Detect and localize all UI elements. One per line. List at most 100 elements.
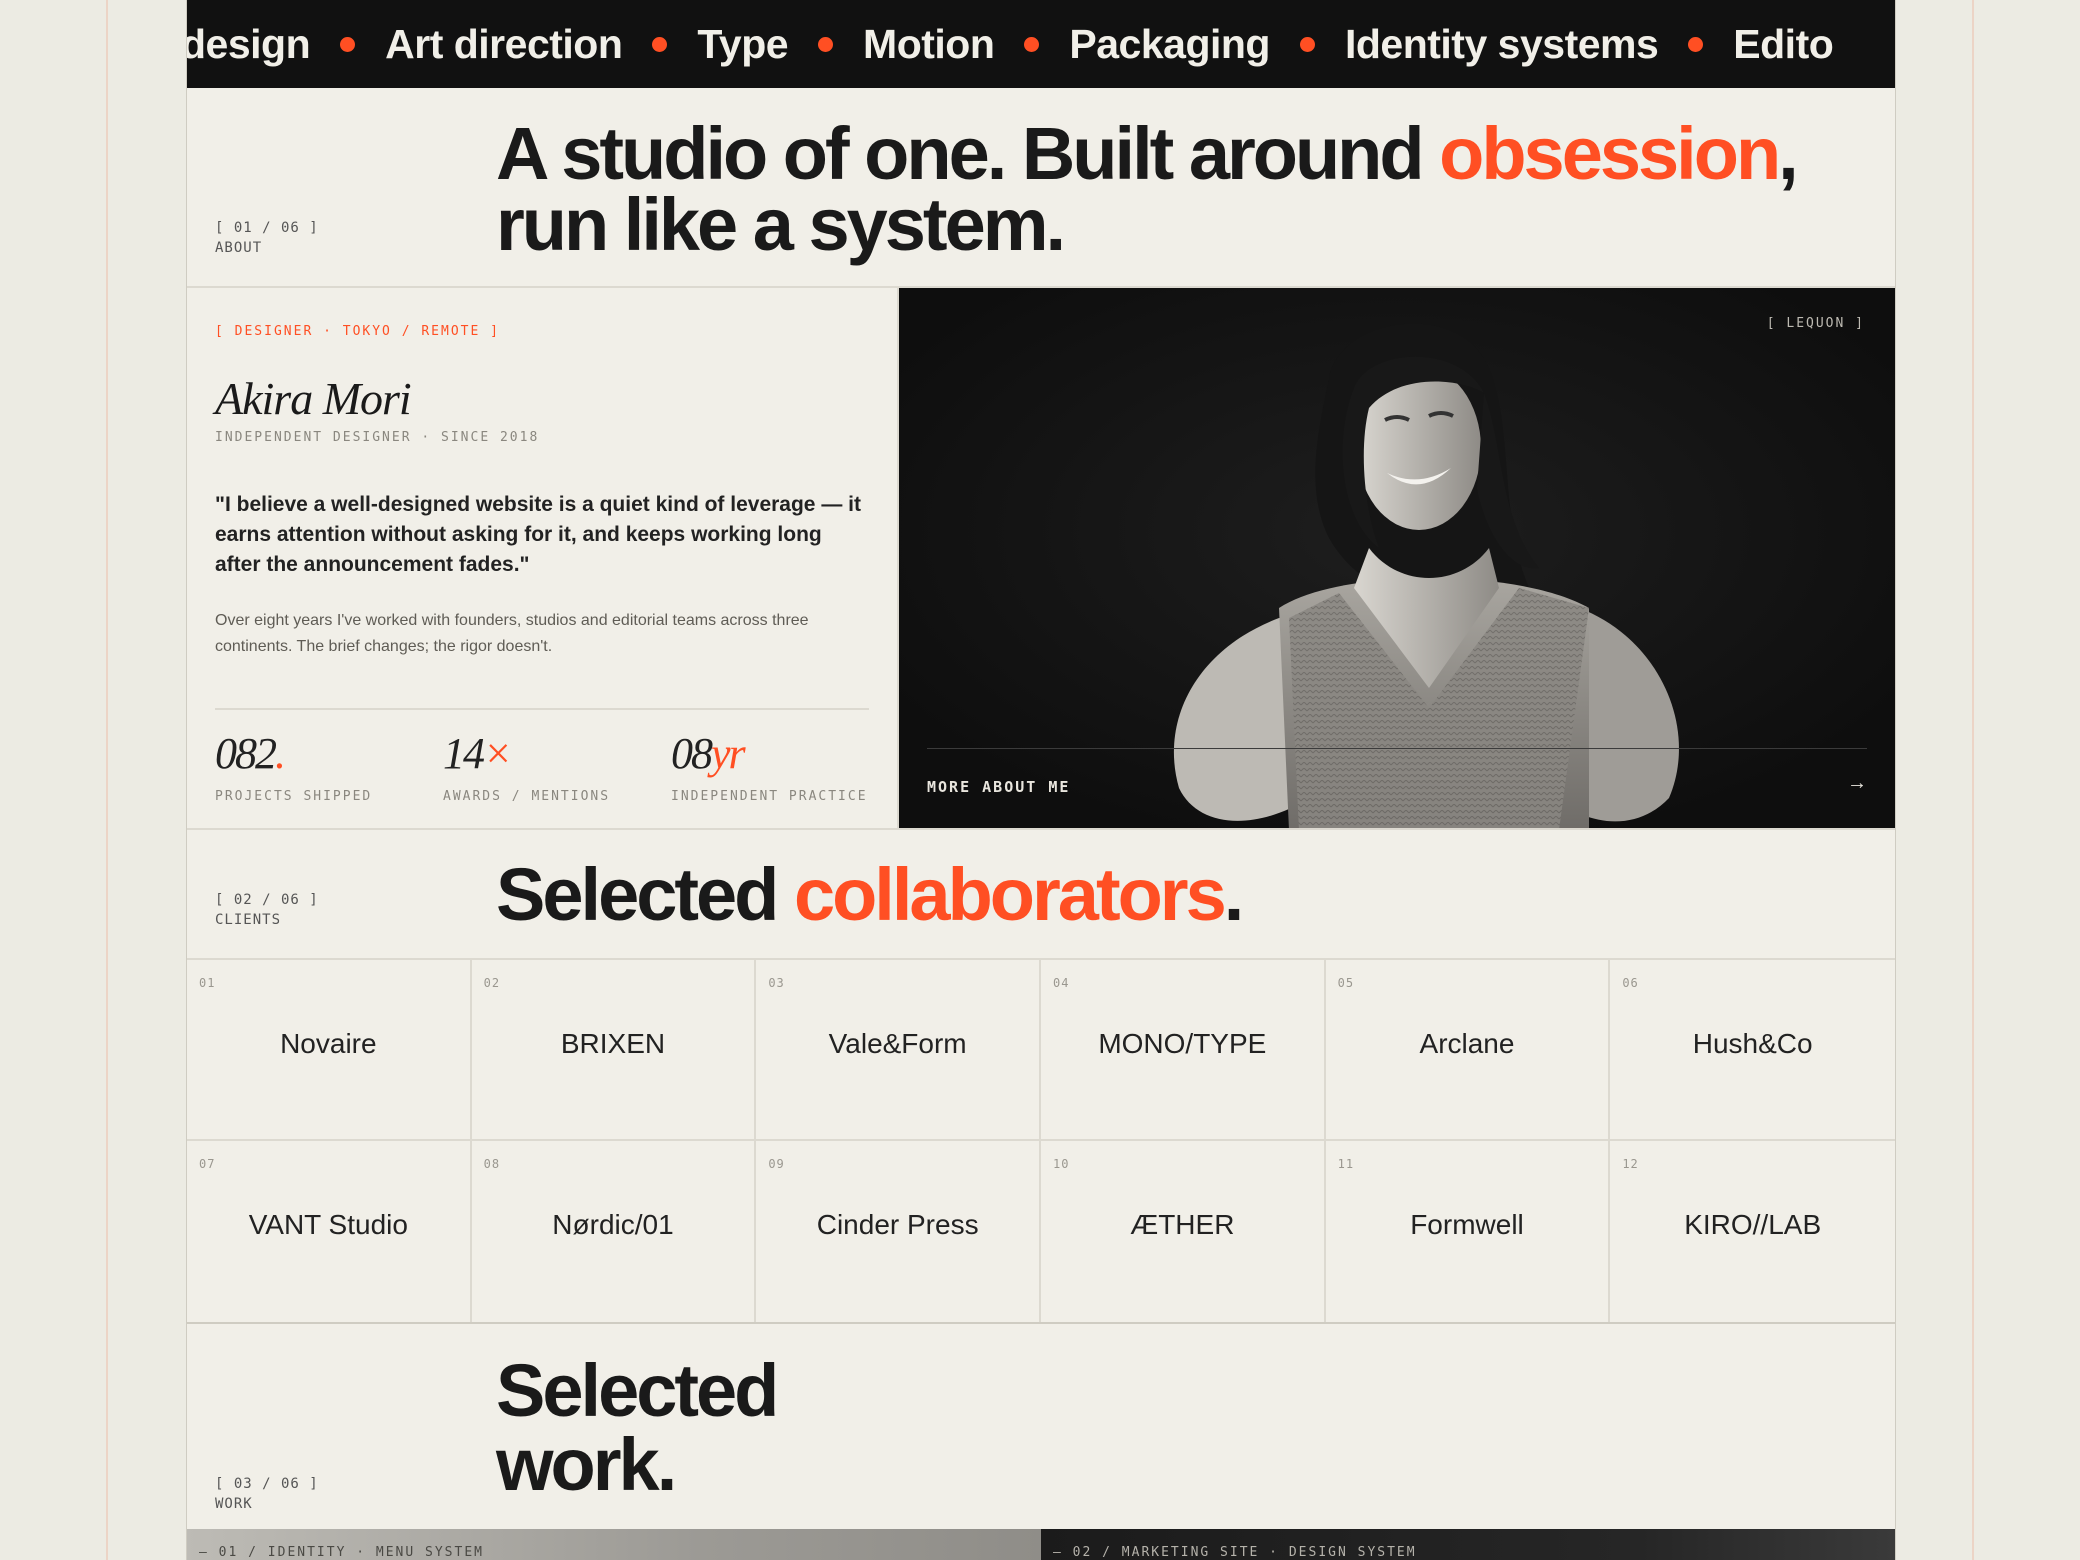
title-accent: collaborators: [793, 853, 1227, 936]
marquee-dot: [818, 36, 834, 52]
client-cell: 04 MONO/TYPE: [1040, 960, 1326, 1141]
section-index-label: [ 03 / 06 ] WORK: [215, 1474, 319, 1514]
clients-title: Selected collaborators.: [496, 853, 1244, 936]
stat-number: 14: [443, 729, 485, 778]
client-name: Hush&Co: [1692, 1028, 1813, 1059]
client-name: Novaire: [280, 1028, 377, 1059]
headline-accent: obsession: [1439, 112, 1781, 195]
page-guide-right: [1972, 0, 1974, 1560]
stat-label: AWARDS / MENTIONS: [443, 789, 611, 804]
headline-line2: run like a system.: [496, 183, 1066, 266]
client-name: KIRO//LAB: [1684, 1209, 1822, 1240]
client-name: Vale&Form: [828, 1028, 967, 1059]
section-index-label: [ 01 / 06 ] ABOUT: [215, 218, 319, 258]
client-index: 08: [483, 1157, 501, 1171]
work-card[interactable]: — 02 / MARKETING SITE · DESIGN SYSTEM: [1041, 1529, 1895, 1560]
marquee-item: Art direction: [385, 20, 623, 67]
work-card-label: — 02 / MARKETING SITE · DESIGN SYSTEM: [1053, 1545, 1417, 1560]
stat-value: 14×: [443, 728, 610, 779]
stat-label: PROJECTS SHIPPED: [215, 789, 373, 804]
work-section-header: [ 03 / 06 ] WORK Selected work.: [187, 1324, 1895, 1529]
client-index: 01: [199, 976, 216, 990]
client-name: Formwell: [1410, 1209, 1524, 1240]
stat-suffix: yr: [711, 729, 746, 778]
client-cell: 03 Vale&Form: [756, 960, 1041, 1141]
client-name: BRIXEN: [560, 1028, 666, 1059]
marquee-item: design: [187, 20, 311, 67]
client-cell: 02 BRIXEN: [471, 960, 757, 1141]
profile-quote: "I believe a well-designed website is a …: [215, 493, 861, 576]
work-cards: — 01 / IDENTITY · MENU SYSTEM — 02 / MAR…: [187, 1529, 1895, 1560]
client-cell: 09 Cinder Press: [756, 1141, 1041, 1322]
more-about-me-link[interactable]: MORE ABOUT ME: [927, 778, 1070, 796]
work-title: Selected work.: [496, 1354, 779, 1502]
client-index: 09: [768, 1157, 785, 1171]
work-card-label: — 01 / IDENTITY · MENU SYSTEM: [199, 1545, 484, 1560]
client-name: Cinder Press: [816, 1209, 979, 1240]
work-card[interactable]: — 01 / IDENTITY · MENU SYSTEM: [187, 1529, 1041, 1560]
client-cell: 11 Formwell: [1326, 1141, 1611, 1322]
client-cell: 06 Hush&Co: [1610, 960, 1895, 1141]
work-title-line1: Selected: [496, 1349, 779, 1432]
marquee-dot: [1299, 36, 1315, 52]
portrait-panel: [ LEQUON ] MORE ABOUT ME →: [899, 288, 1895, 828]
stat-number: 082: [215, 729, 277, 778]
client-name: MONO/TYPE: [1098, 1028, 1267, 1059]
headline-part: ,: [1778, 112, 1798, 195]
client-name: Nørdic/01: [552, 1209, 674, 1240]
marquee-dot: [652, 36, 668, 52]
section-index: [ 01 / 06 ]: [215, 220, 319, 236]
work-title-line2: work.: [496, 1423, 677, 1506]
about-section-header: [ 01 / 06 ] ABOUT A studio of one. Built…: [187, 88, 1895, 288]
designer-role: INDEPENDENT DESIGNER · SINCE 2018: [215, 430, 540, 445]
services-marquee: design Art direction Type Motion Packagi…: [187, 0, 1895, 88]
marquee-item: Identity systems: [1344, 20, 1659, 67]
clients-section-header: [ 02 / 06 ] CLIENTS Selected collaborato…: [187, 830, 1895, 960]
client-cell: 08 Nørdic/01: [472, 1141, 757, 1322]
client-name: Arclane: [1419, 1028, 1515, 1059]
section-name: ABOUT: [215, 240, 263, 256]
client-index: 11: [1337, 1157, 1355, 1171]
section-index-label: [ 02 / 06 ] CLIENTS: [215, 890, 319, 930]
section-index: [ 02 / 06 ]: [215, 892, 319, 908]
marquee-item: Type: [697, 20, 789, 67]
marquee-item: Motion: [863, 20, 995, 67]
arrow-right-icon[interactable]: →: [1847, 772, 1867, 795]
photo-caption: [ LEQUON ]: [1766, 316, 1865, 331]
stat-value: 082.: [215, 728, 372, 779]
marquee-item: Edito: [1733, 20, 1834, 67]
stat-awards: 14× AWARDS / MENTIONS: [443, 728, 610, 804]
about-headline: A studio of one. Built around obsession,…: [496, 117, 1799, 262]
client-cell: 12 KIRO//LAB: [1610, 1141, 1895, 1322]
page-guide-left: [106, 0, 108, 1560]
stat-suffix: ×: [483, 729, 513, 778]
section-name: WORK: [215, 1496, 253, 1512]
stat-suffix: .: [275, 729, 286, 778]
designer-name: Akira Mori: [215, 373, 412, 424]
marquee-dot: [1024, 36, 1040, 52]
portrait-photo: [899, 288, 1895, 828]
client-index: 06: [1622, 976, 1639, 990]
section-index: [ 03 / 06 ]: [215, 1476, 319, 1492]
client-index: 07: [199, 1157, 216, 1171]
more-divider: [927, 748, 1867, 749]
marquee-dot: [1688, 36, 1704, 52]
client-cell: 01 Novaire: [187, 960, 472, 1141]
client-index: 02: [483, 976, 501, 990]
profile-bio: Over eight years I've worked with founde…: [215, 612, 809, 655]
stat-projects: 082. PROJECTS SHIPPED: [215, 728, 372, 804]
stat-value: 08yr: [671, 728, 868, 779]
client-cell: 10 ÆTHER: [1041, 1141, 1326, 1322]
stat-practice: 08yr INDEPENDENT PRACTICE: [671, 728, 868, 804]
client-cell: 07 VANT Studio: [187, 1141, 472, 1322]
client-name: ÆTHER: [1130, 1209, 1235, 1240]
marquee-track: design Art direction Type Motion Packagi…: [187, 20, 1834, 68]
clients-grid: 01 Novaire 02 BRIXEN 03 Vale&Form 04 MONO/TY…: [187, 960, 1895, 1324]
profile-section: [ DESIGNER · TOKYO / REMOTE ] Akira Mori…: [187, 288, 1895, 830]
stat-number: 08: [671, 729, 713, 778]
client-name: VANT Studio: [248, 1209, 408, 1240]
profile-info: [ DESIGNER · TOKYO / REMOTE ] Akira Mori…: [187, 288, 899, 828]
section-name: CLIENTS: [215, 912, 282, 928]
page-frame: design Art direction Type Motion Packagi…: [186, 0, 1896, 1560]
marquee-item: Packaging: [1069, 20, 1270, 67]
